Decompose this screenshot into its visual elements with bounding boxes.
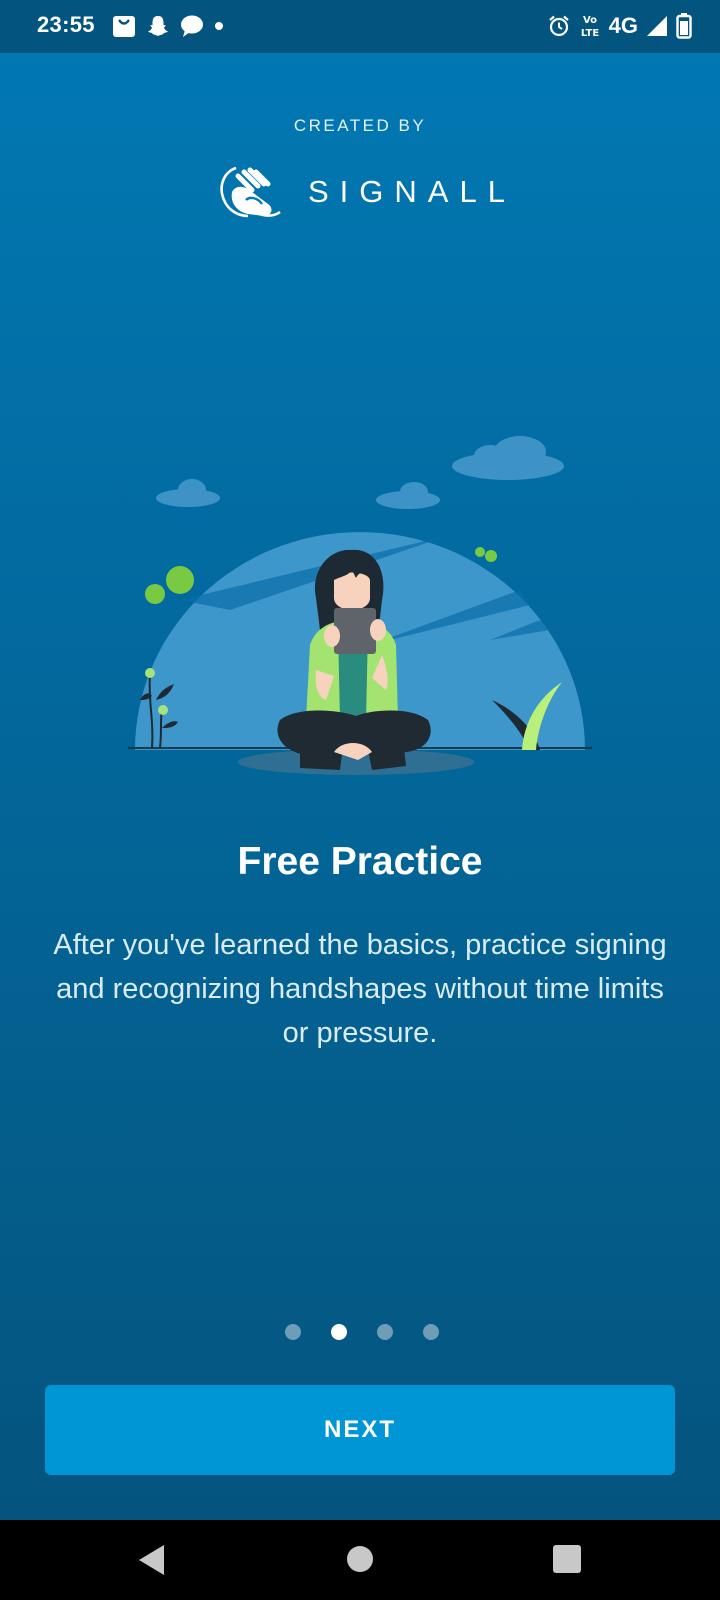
woman-sitting-with-tablet-illustration [128, 436, 592, 775]
network-type: 4G [608, 13, 638, 38]
volte-icon: Vo LTE [580, 15, 599, 39]
status-bar: 23:55 Vo LTE 4G [0, 0, 720, 53]
page-dot-1[interactable] [285, 1324, 301, 1340]
snapchat-icon [148, 16, 168, 36]
system-icons: Vo LTE 4G [547, 12, 692, 40]
home-icon[interactable] [345, 1544, 375, 1574]
alarm-icon [548, 15, 569, 37]
page-indicator [0, 1324, 720, 1340]
shopping-bag-icon [113, 16, 135, 37]
brand-logo: SIGNALL [218, 164, 516, 220]
signall-hands-logo-icon [220, 166, 281, 218]
recents-icon[interactable] [552, 1544, 582, 1574]
status-time: 23:55 [37, 12, 95, 37]
notification-dot-icon [215, 22, 223, 30]
page-dot-3[interactable] [377, 1324, 393, 1340]
page-dot-4[interactable] [423, 1324, 439, 1340]
notification-icons [112, 12, 224, 40]
onboarding-screen: 23:55 Vo LTE 4G CREATED BY SIGNALL Free … [0, 0, 720, 1600]
cloud-decoration [156, 436, 564, 509]
next-button[interactable]: NEXT [45, 1385, 675, 1475]
slide-title: Free Practice [237, 840, 483, 883]
battery-icon [676, 13, 692, 39]
created-by-label: CREATED BY [293, 116, 427, 135]
back-icon[interactable] [137, 1543, 167, 1577]
brand-name: SIGNALL [308, 174, 516, 209]
svg-text:LTE: LTE [580, 28, 599, 39]
svg-text:Vo: Vo [583, 15, 597, 26]
system-navigation-bar [0, 1520, 720, 1600]
slide-description: After you've learned the basics, practic… [53, 929, 667, 1049]
signal-icon [647, 16, 667, 36]
chat-bubble-icon [181, 15, 203, 37]
page-dot-2-active[interactable] [331, 1324, 347, 1340]
next-button-label: NEXT [323, 1416, 396, 1443]
